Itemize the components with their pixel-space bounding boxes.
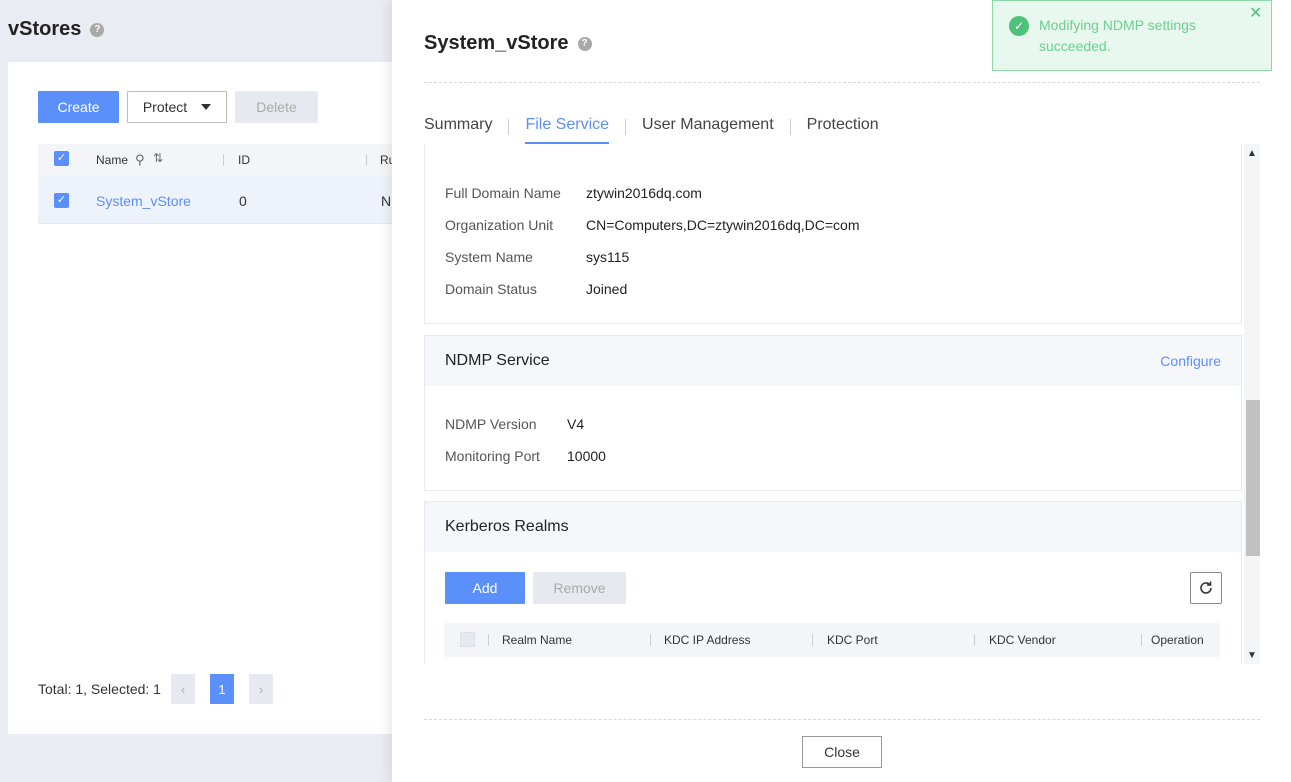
help-icon[interactable]: ? [90, 22, 105, 37]
page-1-button[interactable]: 1 [210, 674, 234, 704]
ndmp-title: NDMP Service [445, 352, 550, 369]
column-kdc-ip: KDC IP Address [664, 633, 751, 647]
vertical-scrollbar[interactable]: ▲ ▼ [1244, 144, 1260, 664]
drawer-title-text: System_vStore [424, 32, 569, 54]
org-unit-label: Organization Unit [445, 217, 554, 233]
tab-file-service[interactable]: File Service [525, 112, 610, 144]
tab-summary[interactable]: Summary [424, 112, 492, 142]
prev-page-button[interactable]: ‹ [171, 674, 195, 704]
system-name-label: System Name [445, 249, 533, 265]
table-row[interactable]: ✓ System_vStore 0 N [38, 176, 398, 224]
ndmp-card-header: NDMP Service Configure [425, 336, 1241, 386]
column-realm-name: Realm Name [502, 633, 573, 647]
add-realm-button[interactable]: Add [445, 572, 525, 604]
column-separator [223, 154, 224, 166]
vstore-name-link[interactable]: System_vStore [96, 193, 191, 209]
protect-label: Protect [142, 99, 188, 115]
pagination-info: Total: 1, Selected: 1 [38, 681, 161, 697]
configure-link[interactable]: Configure [1160, 353, 1221, 369]
select-all-realms-checkbox[interactable] [460, 632, 475, 647]
column-separator [650, 634, 651, 646]
column-separator [366, 154, 367, 166]
drawer-title: System_vStore ? [424, 32, 592, 55]
vstore-detail-drawer: System_vStore ? Summary File Service Use… [392, 0, 1291, 782]
column-separator [812, 634, 813, 646]
ndmp-version-label: NDMP Version [445, 416, 537, 432]
scroll-thumb[interactable] [1246, 400, 1260, 556]
monitoring-port-value: 10000 [567, 448, 606, 464]
row-checkbox[interactable]: ✓ [54, 193, 69, 208]
domain-status-label: Domain Status [445, 281, 537, 297]
success-toast: ✓ Modifying NDMP settings succeeded. ✕ [992, 0, 1272, 71]
scroll-down-icon[interactable]: ▼ [1244, 648, 1260, 662]
page-title-text: vStores [8, 18, 82, 40]
column-id: ID [238, 153, 250, 167]
full-domain-name-value: ztywin2016dq.com [586, 185, 702, 201]
vstores-table-header: ✓ Name ⚲ ⇅ ID Ru [38, 144, 398, 176]
tab-separator [625, 119, 627, 135]
domain-status-value: Joined [586, 281, 628, 297]
divider [424, 719, 1260, 720]
delete-button: Delete [235, 91, 318, 123]
toast-message: Modifying NDMP settings succeeded. [1039, 17, 1196, 54]
file-service-content: Full Domain Name ztywin2016dq.com Organiz… [424, 144, 1260, 664]
close-button[interactable]: Close [802, 736, 882, 768]
monitoring-port-label: Monitoring Port [445, 448, 540, 464]
protect-dropdown-button[interactable]: Protect [127, 91, 227, 123]
help-icon[interactable]: ? [577, 36, 592, 51]
select-all-checkbox[interactable]: ✓ [54, 151, 69, 166]
column-kdc-vendor: KDC Vendor [989, 633, 1056, 647]
realms-table-header: Realm Name KDC IP Address KDC Port KDC V… [444, 623, 1220, 657]
remove-realm-button: Remove [533, 572, 626, 604]
tab-protection[interactable]: Protection [807, 112, 879, 142]
column-separator [1141, 634, 1142, 646]
refresh-icon [1200, 581, 1212, 594]
caret-down-icon [201, 104, 212, 110]
divider [424, 82, 1260, 83]
ndmp-version-value: V4 [567, 416, 585, 432]
tab-separator [789, 119, 791, 135]
column-operation: Operation [1151, 633, 1204, 647]
ndmp-version-row: NDMP Version V4 [445, 416, 584, 432]
full-domain-name-label: Full Domain Name [445, 185, 561, 201]
page-title: vStores ? [8, 18, 105, 41]
domain-status-row: Domain Status Joined [445, 281, 627, 297]
org-unit-row: Organization Unit CN=Computers,DC=ztywin2… [445, 217, 860, 233]
system-name-row: System Name sys115 [445, 249, 629, 265]
column-name: Name [96, 153, 129, 167]
column-separator [488, 634, 489, 646]
tab-separator [508, 119, 510, 135]
column-kdc-port: KDC Port [827, 633, 878, 647]
create-button[interactable]: Create [38, 91, 119, 123]
sort-icon[interactable]: ⇅ [153, 151, 163, 165]
column-separator [974, 634, 975, 646]
tab-user-management[interactable]: User Management [642, 112, 774, 142]
kerberos-card-header: Kerberos Realms [425, 502, 1241, 552]
org-unit-value: CN=Computers,DC=ztywin2016dq,DC=com [586, 217, 860, 233]
refresh-button[interactable] [1190, 572, 1222, 604]
scroll-up-icon[interactable]: ▲ [1244, 146, 1260, 160]
tab-bar: Summary File Service User Management Pro… [424, 112, 879, 144]
monitoring-port-row: Monitoring Port 10000 [445, 448, 606, 464]
search-icon[interactable]: ⚲ [135, 152, 145, 168]
vstore-ru: N [381, 193, 392, 209]
system-name-value: sys115 [586, 249, 630, 265]
ndmp-card: NDMP Service Configure NDMP Version V4 Mo… [424, 335, 1242, 491]
close-icon[interactable]: ✕ [1249, 3, 1262, 23]
kerberos-title: Kerberos Realms [445, 518, 569, 535]
success-check-icon: ✓ [1009, 16, 1029, 36]
full-domain-name-row: Full Domain Name ztywin2016dq.com [445, 185, 702, 201]
next-page-button[interactable]: › [249, 674, 273, 704]
domain-card: Full Domain Name ztywin2016dq.com Organiz… [424, 144, 1242, 324]
vstore-id: 0 [239, 193, 247, 209]
